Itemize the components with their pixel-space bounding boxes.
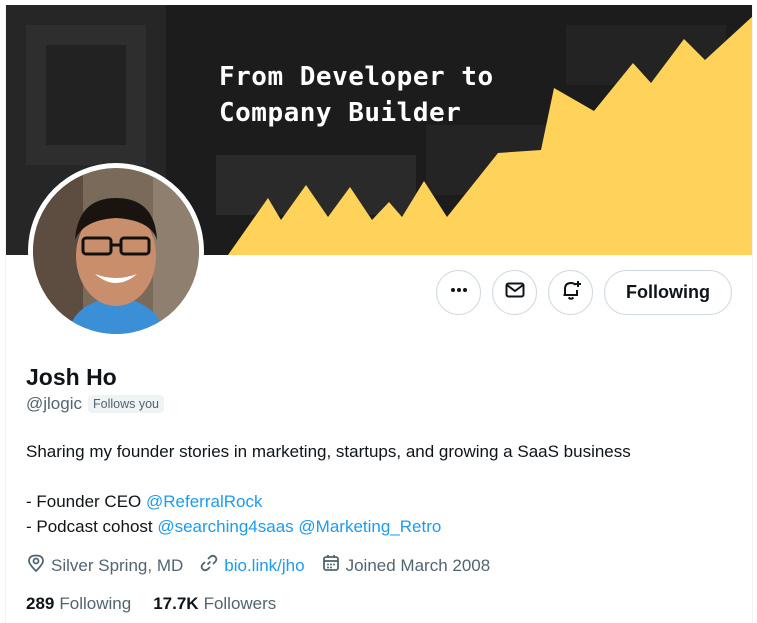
website: bio.link/jho [199,553,305,578]
avatar[interactable] [28,163,204,339]
notifications-button[interactable] [548,270,594,315]
followers-count-link[interactable]: 17.7K Followers [153,594,276,614]
more-button[interactable] [436,270,482,315]
calendar-icon [321,553,341,578]
bio-line-3: - Podcast cohost @searching4saas @Market… [26,514,736,539]
mention-link[interactable]: @Marketing_Retro [298,517,441,536]
profile-actions: Following [436,270,732,315]
bio-line-3-text: - Podcast cohost [26,517,158,536]
username: @jlogic [26,394,82,413]
followers-label: Followers [203,594,277,613]
followers-count: 17.7K [153,594,199,613]
display-name: Josh Ho [26,364,117,390]
banner-title: From Developer to Company Builder [219,62,494,128]
bio-blank-line [26,464,736,489]
bio-line-1: Sharing my founder stories in marketing,… [26,442,631,461]
mention-link[interactable]: @searching4saas [157,517,293,536]
handle-row: @jlogic Follows you [26,394,164,414]
follow-stats: 289 Following 17.7K Followers [26,594,298,614]
location-text: Silver Spring, MD [51,555,184,575]
profile-photo [33,168,199,334]
profile-meta: Silver Spring, MD bio.link/jho Joined Ma… [26,553,506,578]
profile-page: From Developer to Company Builder Follow… [5,5,753,623]
bio-line-2-text: - Founder CEO [26,492,146,511]
follows-you-badge: Follows you [88,395,164,413]
join-date: Joined March 2008 [321,553,491,578]
bell-plus-icon [560,279,582,306]
following-count-link[interactable]: 289 Following [26,594,131,614]
bio-line-2: - Founder CEO @ReferralRock [26,489,736,514]
more-icon [449,280,469,305]
message-button[interactable] [492,270,538,315]
following-count: 289 [26,594,55,613]
following-label: Following [59,594,132,613]
mail-icon [504,279,526,306]
location-icon [26,553,46,578]
mention-link[interactable]: @ReferralRock [146,492,262,511]
join-date-text: Joined March 2008 [345,555,491,575]
website-link[interactable]: bio.link/jho [224,556,304,576]
location: Silver Spring, MD [26,553,183,578]
link-icon [199,553,219,578]
following-button[interactable]: Following [604,270,732,315]
bio: Sharing my founder stories in marketing,… [26,439,736,539]
